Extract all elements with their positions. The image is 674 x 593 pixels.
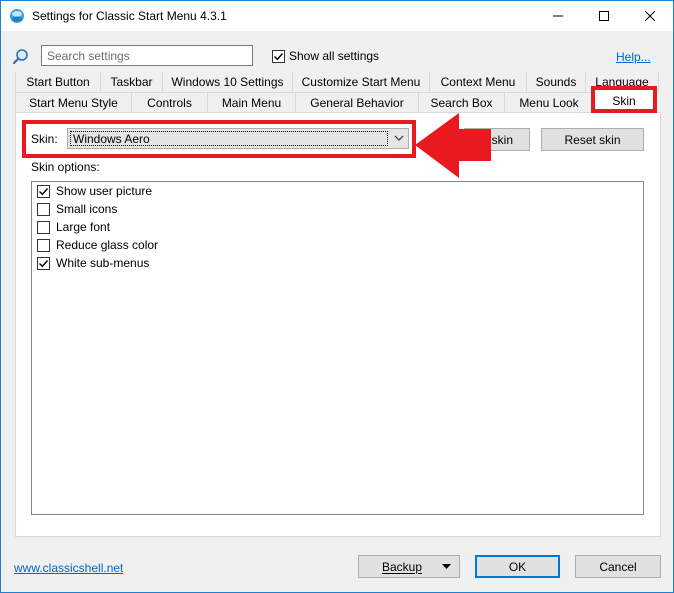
search-icon [12, 49, 28, 65]
check-icon [274, 52, 284, 60]
title-bar[interactable]: Settings for Classic Start Menu 4.3.1 [1, 1, 673, 31]
settings-window: Settings for Classic Start Menu 4.3.1 Sh… [0, 0, 674, 593]
arrow-left-icon [415, 113, 491, 178]
skin-options-list: Show user picture Small icons Large font… [31, 181, 644, 515]
option-checkbox[interactable] [37, 184, 50, 198]
window-title: Settings for Classic Start Menu 4.3.1 [32, 9, 227, 23]
help-link[interactable]: Help... [616, 50, 651, 64]
tab-taskbar[interactable]: Taskbar [100, 72, 162, 92]
website-link[interactable]: www.classicshell.net [14, 561, 123, 575]
option-label: White sub-menus [56, 256, 150, 270]
search-input[interactable] [41, 45, 253, 66]
app-icon [10, 9, 24, 23]
show-all-checkbox[interactable] [272, 49, 285, 63]
about-skin-button-label: skin [491, 132, 513, 147]
option-reduce-glass-color[interactable]: Reduce glass color [37, 238, 158, 252]
skin-tab-highlight [591, 86, 657, 113]
reset-skin-button[interactable]: Reset skin [541, 128, 644, 151]
minimize-button[interactable] [535, 1, 581, 31]
show-all-settings-toggle[interactable]: Show all settings [272, 49, 379, 63]
option-large-font[interactable]: Large font [37, 220, 110, 234]
tab-sounds[interactable]: Sounds [526, 72, 585, 92]
option-label: Small icons [56, 202, 118, 216]
tab-customize-start-menu[interactable]: Customize Start Menu [292, 72, 429, 92]
ok-button[interactable]: OK [475, 555, 560, 578]
ok-button-label: OK [508, 559, 527, 574]
tab-context-menu[interactable]: Context Menu [429, 72, 526, 92]
tab-controls[interactable]: Controls [131, 92, 207, 112]
reset-skin-button-label: Reset skin [564, 132, 621, 147]
option-label: Large font [56, 220, 111, 234]
close-icon [645, 11, 655, 21]
option-label: Reduce glass color [56, 238, 159, 252]
option-show-user-picture[interactable]: Show user picture [37, 184, 152, 198]
cancel-button[interactable]: Cancel [575, 555, 661, 578]
backup-button[interactable]: Backup [358, 555, 460, 578]
option-checkbox[interactable] [37, 202, 50, 216]
cancel-button-label: Cancel [599, 559, 637, 574]
tab-menu-look[interactable]: Menu Look [504, 92, 594, 112]
tab-start-menu-style[interactable]: Start Menu Style [15, 92, 131, 112]
tab-main-menu[interactable]: Main Menu [207, 92, 295, 112]
close-button[interactable] [627, 1, 673, 31]
option-label: Show user picture [56, 184, 153, 198]
option-checkbox[interactable] [37, 256, 50, 270]
tab-search-box[interactable]: Search Box [418, 92, 504, 112]
show-all-label: Show all settings [289, 49, 380, 63]
dropdown-arrow-icon [442, 564, 451, 569]
tab-general-behavior[interactable]: General Behavior [295, 92, 418, 112]
option-white-sub-menus[interactable]: White sub-menus [37, 256, 149, 270]
option-checkbox[interactable] [37, 220, 50, 234]
backup-button-label: Backup [381, 559, 423, 574]
skin-options-label: Skin options: [31, 160, 100, 174]
check-icon [39, 259, 49, 267]
maximize-icon [599, 11, 609, 21]
minimize-icon [553, 15, 563, 17]
option-checkbox[interactable] [37, 238, 50, 252]
tab-start-button[interactable]: Start Button [15, 72, 100, 92]
maximize-button[interactable] [581, 1, 627, 31]
skin-row-highlight [22, 120, 416, 158]
check-icon [39, 187, 49, 195]
option-small-icons[interactable]: Small icons [37, 202, 117, 216]
tab-windows-10-settings[interactable]: Windows 10 Settings [162, 72, 292, 92]
